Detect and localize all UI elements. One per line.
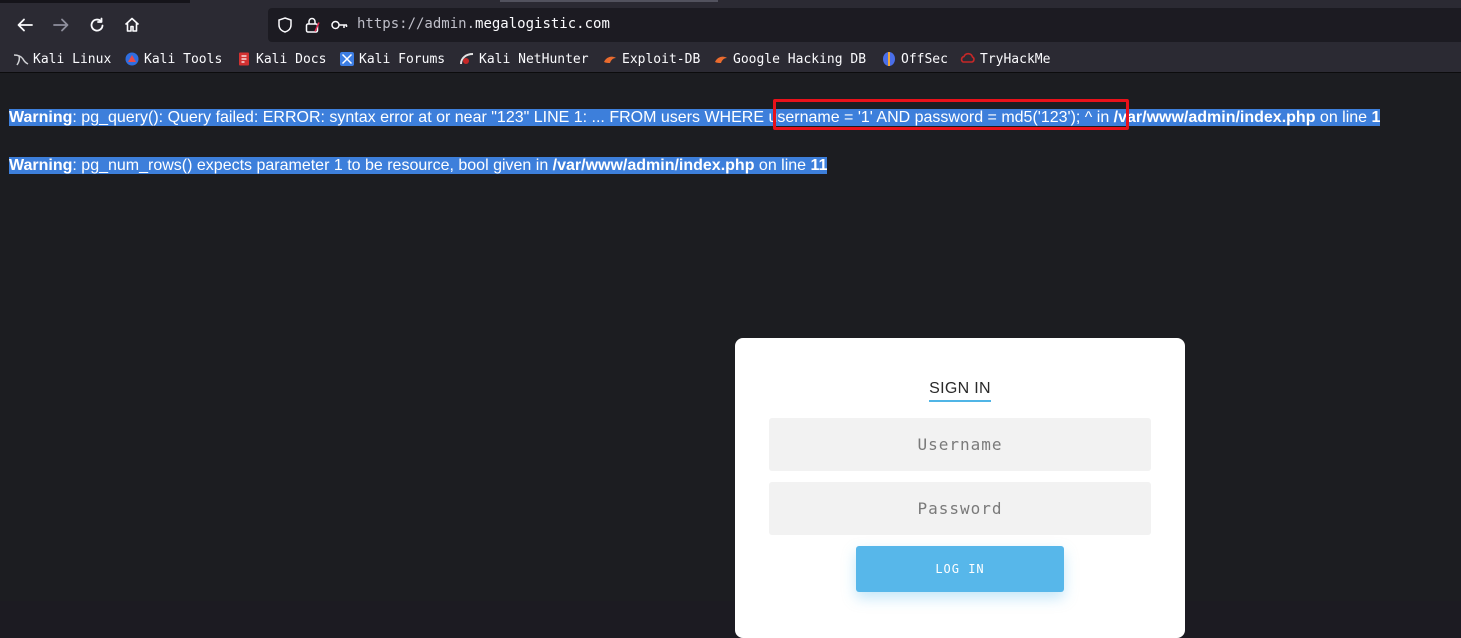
bookmark-label: OffSec bbox=[901, 51, 948, 67]
bookmarks-toolbar: Kali Linux Kali Tools Kali Docs Kali For… bbox=[0, 44, 1461, 73]
bookmark-offsec[interactable]: OffSec bbox=[881, 50, 948, 68]
bookmark-kali-linux[interactable]: Kali Linux bbox=[13, 50, 111, 68]
tab-strip bbox=[0, 0, 190, 3]
bookmark-kali-tools[interactable]: Kali Tools bbox=[124, 50, 222, 68]
login-button[interactable]: LOG IN bbox=[856, 546, 1064, 592]
url-prefix: https://admin. bbox=[357, 16, 476, 32]
bookmark-label: Google Hacking DB bbox=[733, 51, 867, 67]
bookmark-kali-forums[interactable]: Kali Forums bbox=[339, 50, 445, 68]
tryhackme-icon bbox=[960, 51, 976, 67]
kali-tools-icon bbox=[124, 51, 140, 67]
warning-path: /var/www/admin/index.php bbox=[552, 157, 755, 174]
lock-icon[interactable] bbox=[303, 16, 321, 34]
shield-icon[interactable] bbox=[276, 16, 294, 34]
warning-on-line: on line bbox=[1315, 109, 1372, 126]
warning-path: /var/www/admin/index.php bbox=[1113, 109, 1316, 126]
sign-in-title: SIGN IN bbox=[735, 380, 1185, 402]
warning-message: : pg_num_rows() expects parameter 1 to b… bbox=[72, 157, 553, 174]
home-icon bbox=[124, 17, 140, 32]
kali-dragon-icon bbox=[13, 51, 29, 67]
kali-forums-icon bbox=[339, 51, 355, 67]
password-input[interactable] bbox=[769, 482, 1151, 535]
bookmark-label: Kali Linux bbox=[33, 51, 112, 67]
key-icon[interactable] bbox=[330, 16, 348, 34]
bookmark-label: TryHackMe bbox=[980, 51, 1051, 67]
offsec-icon bbox=[881, 51, 897, 67]
page-content: Warning: pg_query(): Query failed: ERROR… bbox=[0, 73, 1461, 638]
kali-docs-icon bbox=[236, 51, 252, 67]
bookmark-label: Exploit-DB bbox=[622, 51, 701, 67]
forward-arrow-icon bbox=[53, 18, 69, 32]
bookmark-exploit-db[interactable]: Exploit-DB bbox=[602, 50, 700, 68]
exploit-db-icon bbox=[602, 51, 618, 67]
warning-on-line: on line bbox=[754, 157, 811, 174]
bookmark-label: Kali Tools bbox=[144, 51, 223, 67]
back-button[interactable] bbox=[10, 10, 40, 40]
warning-label: Warning bbox=[9, 109, 73, 126]
ghdb-icon bbox=[713, 51, 729, 67]
home-button[interactable] bbox=[117, 10, 147, 40]
url-text[interactable]: https://admin.megalogistic.com bbox=[357, 16, 610, 32]
back-arrow-icon bbox=[17, 18, 33, 32]
forward-button[interactable] bbox=[46, 10, 76, 40]
username-input[interactable] bbox=[769, 418, 1151, 471]
bookmark-kali-docs[interactable]: Kali Docs bbox=[236, 50, 326, 68]
bookmark-label: Kali Forums bbox=[359, 51, 446, 67]
bookmark-google-hacking-db[interactable]: Google Hacking DB bbox=[713, 50, 866, 68]
bookmark-label: Kali Docs bbox=[256, 51, 327, 67]
php-warning-pg-num-rows: Warning: pg_num_rows() expects parameter… bbox=[9, 154, 828, 178]
address-bar[interactable]: https://admin.megalogistic.com bbox=[268, 8, 1461, 42]
reload-button[interactable] bbox=[82, 10, 112, 40]
warning-line-number: 1 bbox=[1371, 109, 1381, 126]
bookmark-tryhackme[interactable]: TryHackMe bbox=[960, 50, 1050, 68]
warning-label: Warning bbox=[9, 157, 73, 174]
bookmark-label: Kali NetHunter bbox=[479, 51, 589, 67]
nethunter-icon bbox=[459, 51, 475, 67]
active-tab-edge bbox=[500, 0, 718, 2]
highlight-box bbox=[773, 99, 1129, 130]
bookmark-kali-nethunter[interactable]: Kali NetHunter bbox=[459, 50, 589, 68]
php-warning-pg-query: Warning: pg_query(): Query failed: ERROR… bbox=[9, 106, 1381, 130]
browser-toolbar: https://admin.megalogistic.com bbox=[0, 0, 1461, 44]
login-card: SIGN IN LOG IN bbox=[735, 338, 1185, 638]
warning-line-number: 11 bbox=[810, 157, 828, 174]
reload-icon bbox=[90, 17, 104, 32]
url-host: megalogistic.com bbox=[475, 16, 610, 32]
